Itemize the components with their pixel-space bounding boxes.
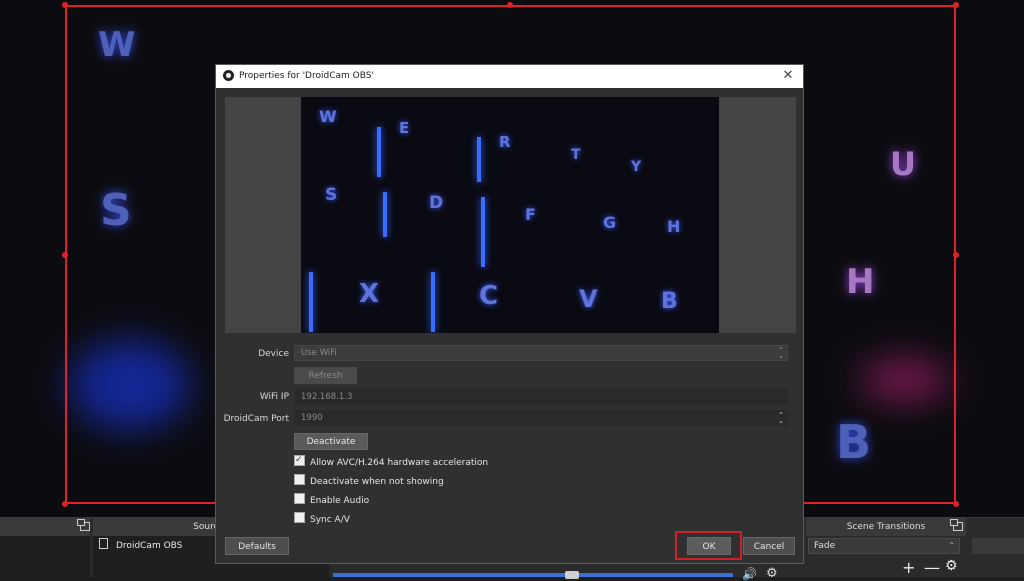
preview-key: Y — [631, 159, 642, 175]
checkbox-label: Enable Audio — [310, 496, 370, 506]
obs-logo-icon — [223, 70, 234, 81]
remove-transition-button[interactable]: — — [924, 558, 940, 577]
volume-slider-handle[interactable] — [565, 571, 579, 579]
camera-preview-image: W E R T Y S D F G H X C V B — [301, 97, 719, 333]
key-glow — [431, 272, 435, 332]
preview-key: S — [325, 185, 338, 205]
resize-handle[interactable] — [62, 252, 68, 258]
resize-handle[interactable] — [62, 501, 68, 507]
checkbox-enable-audio[interactable]: Enable Audio — [294, 493, 369, 507]
droidcam-port-label: DroidCam Port — [223, 414, 289, 424]
preview-key: V — [579, 285, 598, 313]
preview-key: D — [429, 193, 444, 213]
resize-handle[interactable] — [953, 2, 959, 8]
volume-slider-track[interactable] — [333, 573, 733, 577]
speaker-icon[interactable]: 🔊 — [742, 567, 757, 581]
preview-key: E — [399, 119, 410, 137]
key-glow — [383, 192, 387, 237]
checkbox-icon — [294, 493, 305, 504]
defaults-button[interactable]: Defaults — [225, 537, 289, 555]
transition-value: Fade — [814, 541, 836, 551]
add-transition-button[interactable]: + — [902, 558, 915, 577]
resize-handle[interactable] — [953, 501, 959, 507]
checkbox-icon — [294, 512, 305, 523]
checkbox-deactivate-hidden[interactable]: Deactivate when not showing — [294, 474, 444, 488]
wifi-ip-input[interactable]: 192.168.1.3 — [294, 389, 788, 405]
checkbox-hw-accel[interactable]: Allow AVC/H.264 hardware acceleration — [294, 453, 489, 469]
spinner-arrows-icon[interactable]: ⌃ ⌄ — [778, 412, 784, 425]
preview-key: R — [499, 133, 511, 151]
gear-icon[interactable]: ⚙ — [766, 566, 778, 581]
duration-field[interactable] — [972, 538, 1024, 554]
dialog-title: Properties for 'DroidCam OBS' — [239, 71, 374, 81]
port-value: 1990 — [301, 413, 323, 423]
preview-key: G — [603, 213, 617, 232]
deactivate-button[interactable]: Deactivate — [294, 433, 368, 450]
dialog-titlebar[interactable]: Properties for 'DroidCam OBS' ✕ — [216, 65, 803, 88]
chevron-updown-icon: ⌃ ⌄ — [778, 346, 784, 360]
close-button[interactable]: ✕ — [779, 67, 797, 85]
device-label: Device — [258, 349, 289, 359]
ok-highlight-annotation — [675, 531, 742, 560]
droidcam-port-input[interactable]: 1990 ⌃ ⌄ — [294, 410, 788, 426]
key-glow — [481, 197, 485, 267]
resize-handle[interactable] — [62, 2, 68, 8]
device-value: Use WiFi — [301, 348, 337, 358]
preview-key: B — [661, 289, 678, 314]
preview-key: X — [359, 279, 380, 309]
source-item-label: DroidCam OBS — [116, 541, 183, 551]
resize-handle[interactable] — [953, 252, 959, 258]
checkbox-icon — [294, 474, 305, 485]
checkbox-checked-icon — [294, 453, 305, 467]
undock-icon[interactable] — [77, 519, 90, 531]
properties-dialog: Properties for 'DroidCam OBS' ✕ W E R T … — [215, 64, 804, 564]
checkbox-label: Sync A/V — [310, 515, 350, 525]
transition-settings-button[interactable]: ⚙ — [945, 558, 958, 574]
checkbox-label: Allow AVC/H.264 hardware acceleration — [310, 458, 489, 468]
source-preview: W E R T Y S D F G H X C V B — [225, 97, 796, 333]
preview-key: F — [525, 205, 536, 224]
source-item-droidcam[interactable]: DroidCam OBS — [99, 538, 182, 554]
refresh-button[interactable]: Refresh — [294, 367, 357, 384]
undock-icon[interactable] — [950, 519, 963, 531]
scenes-list[interactable] — [0, 536, 90, 577]
preview-key: C — [479, 281, 499, 311]
preview-key: W — [319, 107, 337, 126]
key-glow — [377, 127, 381, 177]
cancel-button[interactable]: Cancel — [743, 537, 795, 555]
checkbox-label: Deactivate when not showing — [310, 477, 444, 487]
preview-key: T — [571, 147, 581, 163]
key-glow — [309, 272, 313, 332]
file-icon — [99, 538, 108, 549]
checkbox-sync-av[interactable]: Sync A/V — [294, 512, 350, 526]
device-select[interactable]: Use WiFi ⌃ ⌄ — [294, 345, 788, 361]
key-glow — [477, 137, 481, 182]
wifi-ip-label: WiFi IP — [259, 392, 289, 402]
scene-transitions-dock-title: Scene Transitions — [806, 518, 966, 536]
resize-handle[interactable] — [507, 2, 513, 8]
preview-key: H — [667, 217, 681, 236]
transition-select[interactable]: Fade ⌃ ⌄ — [808, 538, 960, 564]
